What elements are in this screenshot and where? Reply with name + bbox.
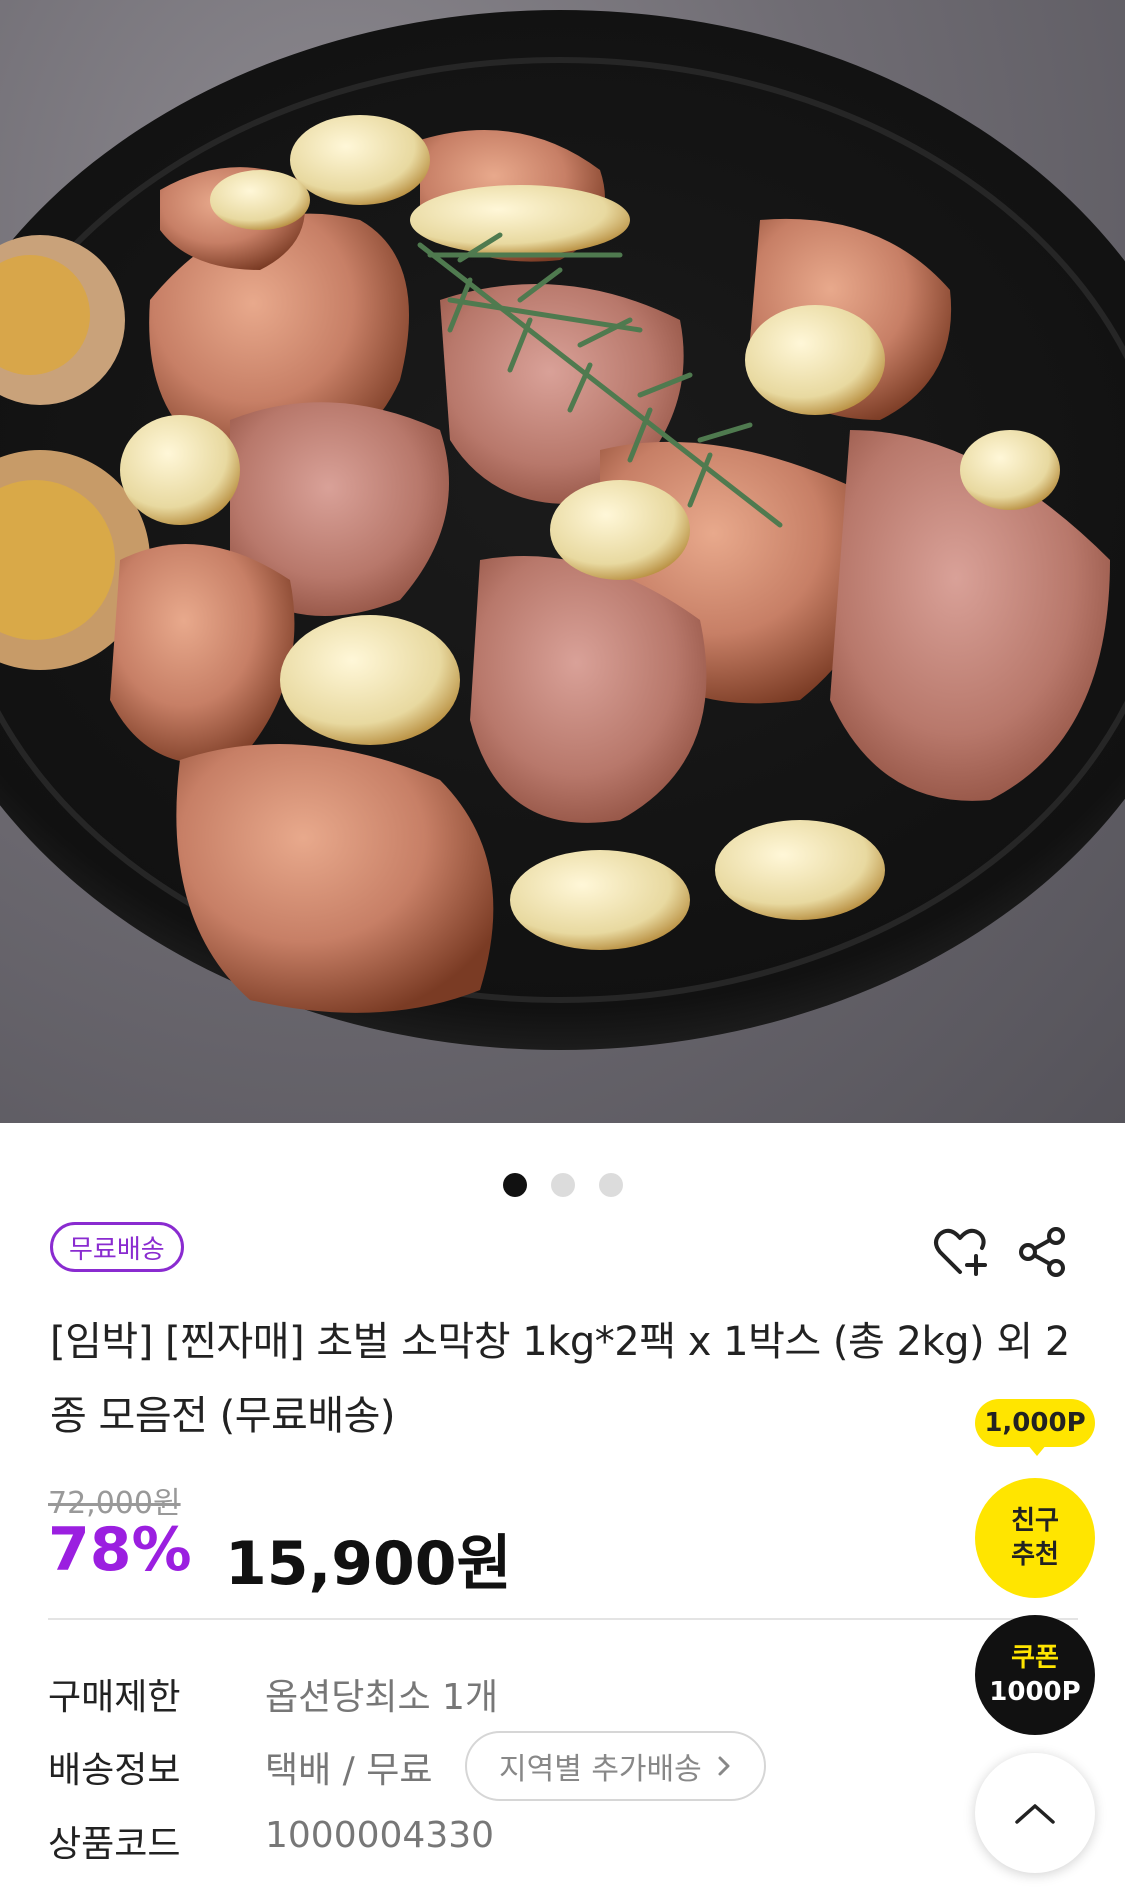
points-tooltip-tail [1027, 1444, 1047, 1456]
friend-referral-button[interactable]: 친구 추천 [975, 1478, 1095, 1598]
regional-shipping-label: 지역별 추가배송 [499, 1752, 702, 1787]
product-code-label: 상품코드 [48, 1824, 181, 1865]
purchase-limit-label: 구매제한 [48, 1677, 181, 1718]
coupon-line1: 쿠폰 [1011, 1643, 1059, 1673]
pager-dot-2[interactable] [550, 1173, 575, 1197]
discount-rate: 78% [48, 1515, 192, 1585]
pager-dot-1[interactable] [502, 1173, 527, 1197]
share-button[interactable] [1012, 1222, 1072, 1282]
coupon-line2: 1000P [989, 1677, 1081, 1707]
sale-price: 15,900원 [225, 1529, 512, 1599]
wishlist-button[interactable] [930, 1222, 990, 1282]
pager-dot-3[interactable] [598, 1173, 623, 1197]
chevron-up-icon [1015, 1804, 1055, 1824]
shipping-info-label: 배송정보 [48, 1750, 181, 1791]
product-code-value: 1000004330 [265, 1815, 495, 1856]
chevron-right-icon [718, 1756, 730, 1776]
points-tooltip: 1,000P [975, 1399, 1095, 1447]
image-pager [0, 1173, 1125, 1197]
product-title: [임박] [찐자매] 초벌 소막창 1kg*2팩 x 1박스 (총 2kg) 외… [50, 1319, 1070, 1439]
product-photo [0, 10, 1125, 1050]
free-shipping-badge: 무료배송 [50, 1222, 184, 1272]
divider [48, 1618, 1078, 1620]
share-icon [1019, 1227, 1065, 1277]
heart-plus-icon [934, 1228, 987, 1276]
coupon-button[interactable]: 쿠폰 1000P [975, 1615, 1095, 1735]
regional-shipping-button[interactable]: 지역별 추가배송 [465, 1731, 766, 1801]
product-image[interactable] [0, 0, 1125, 1123]
purchase-limit-value: 옵션당최소 1개 [265, 1677, 499, 1718]
friend-referral-line1: 친구 [1011, 1506, 1059, 1536]
scroll-to-top-button[interactable] [975, 1753, 1095, 1873]
friend-referral-line2: 추천 [1011, 1540, 1059, 1570]
shipping-info-value: 택배 / 무료 [265, 1750, 433, 1791]
